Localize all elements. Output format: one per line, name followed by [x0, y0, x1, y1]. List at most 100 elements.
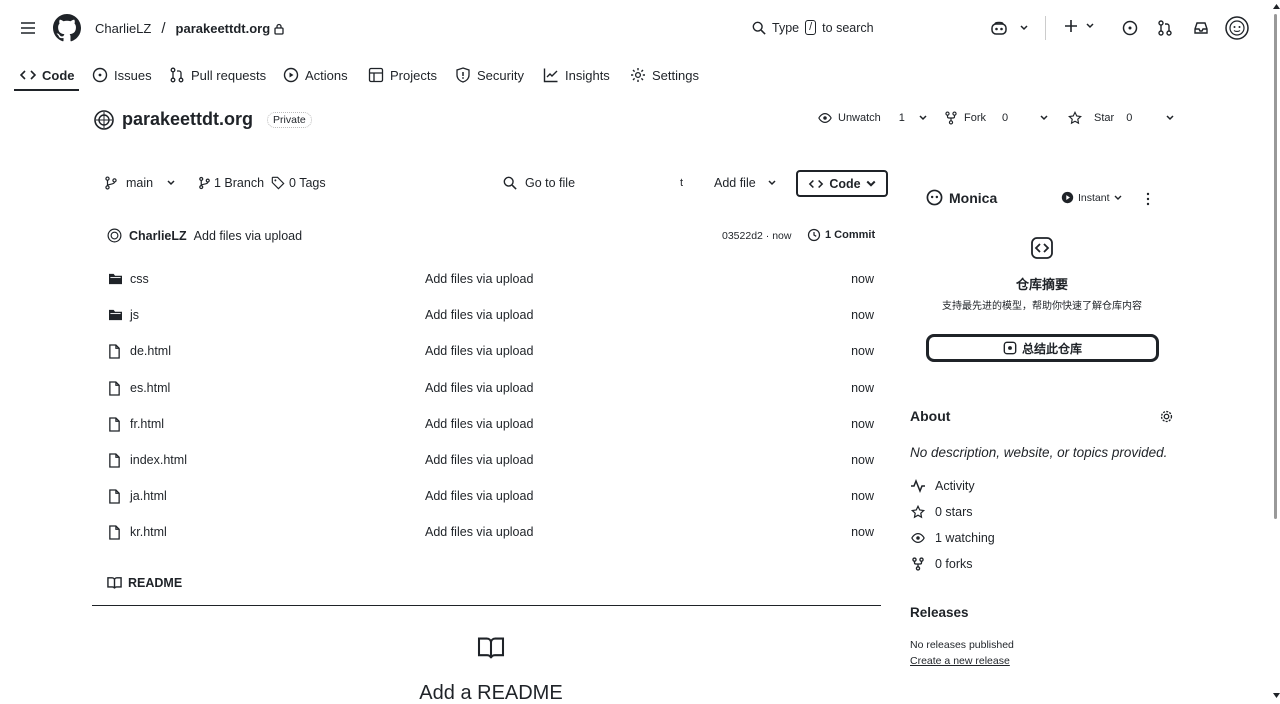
tags-link[interactable]: 0 Tags [271, 176, 326, 190]
gear-icon[interactable] [1159, 409, 1174, 424]
file-row[interactable]: kr.html Add files via upload now [100, 515, 880, 551]
play-circle-icon [1061, 191, 1074, 204]
file-row[interactable]: de.html Add files via upload now [100, 334, 880, 370]
more-options-icon[interactable] [1146, 192, 1150, 206]
file-name-link[interactable]: css [130, 272, 149, 286]
inbox-icon[interactable] [1193, 20, 1209, 36]
commit-author[interactable]: CharlieLZ [129, 229, 187, 243]
fork-label: Fork [964, 112, 986, 124]
file-commit-message[interactable]: Add files via upload [425, 417, 533, 431]
file-commit-time: now [851, 308, 874, 323]
star-button[interactable]: Star 0 [1068, 111, 1174, 125]
monica-mode-select[interactable]: Instant [1061, 191, 1122, 204]
branches-link[interactable]: 1 Branch [198, 176, 264, 190]
tab-security[interactable]: Security [455, 62, 524, 88]
file-commit-message[interactable]: Add files via upload [425, 308, 533, 322]
create-release-link[interactable]: Create a new release [910, 655, 1010, 667]
file-icon [108, 525, 121, 541]
scroll-thumb[interactable] [1274, 14, 1277, 519]
file-commit-message[interactable]: Add files via upload [425, 489, 533, 503]
code-box-icon [1030, 236, 1054, 260]
file-name-link[interactable]: de.html [130, 344, 171, 358]
unwatch-button[interactable]: Unwatch 1 [818, 111, 927, 125]
file-name-link[interactable]: js [130, 308, 139, 322]
code-icon [808, 177, 824, 191]
summary-icon [1003, 341, 1017, 355]
summarize-repo-button[interactable]: 总结此仓库 [926, 334, 1159, 362]
go-to-file-shortcut: t [680, 177, 684, 189]
tab-code[interactable]: Code [20, 62, 75, 88]
file-name-link[interactable]: es.html [130, 381, 170, 395]
fork-button[interactable]: Fork 0 [944, 111, 1048, 125]
go-to-file-input[interactable]: Go to file [503, 176, 575, 190]
tab-issues-label: Issues [114, 67, 152, 83]
watching-link[interactable]: 1 watching [910, 531, 995, 545]
file-name-link[interactable]: ja.html [130, 489, 167, 503]
repo-title: parakeettdt.org Private [94, 109, 312, 130]
menu-icon[interactable] [20, 20, 36, 36]
tab-insights[interactable]: Insights [543, 62, 610, 88]
breadcrumb-owner-link[interactable]: CharlieLZ [95, 21, 151, 36]
file-name-link[interactable]: kr.html [130, 525, 167, 539]
commit-message[interactable]: Add files via upload [194, 229, 302, 243]
chevron-down-icon [167, 180, 175, 186]
forks-link[interactable]: 0 forks [910, 557, 973, 571]
repo-name[interactable]: parakeettdt.org [122, 109, 253, 130]
code-dropdown-button[interactable]: Code [796, 170, 888, 197]
visibility-badge: Private [267, 111, 312, 128]
stars-link[interactable]: 0 stars [910, 505, 973, 519]
file-row[interactable]: index.html Add files via upload now [100, 443, 880, 479]
star-icon [910, 505, 926, 519]
tab-actions[interactable]: Actions [283, 62, 348, 88]
fork-count: 0 [1002, 112, 1009, 124]
pull-requests-icon[interactable] [1157, 20, 1173, 36]
file-row[interactable]: ja.html Add files via upload now [100, 479, 880, 515]
unwatch-label: Unwatch [838, 112, 881, 124]
author-avatar[interactable] [107, 228, 122, 243]
file-commit-message[interactable]: Add files via upload [425, 344, 533, 358]
folder-icon [108, 272, 123, 285]
file-row[interactable]: css Add files via upload now [100, 262, 880, 298]
add-file-button[interactable]: Add file [714, 176, 776, 190]
commits-link[interactable]: 1 Commit [807, 228, 875, 242]
tab-settings[interactable]: Settings [630, 62, 699, 88]
search-bar[interactable]: Type / to search [752, 20, 874, 35]
copilot-menu-button[interactable] [990, 19, 1028, 37]
pull-request-icon [169, 67, 185, 83]
file-name-link[interactable]: index.html [130, 453, 187, 467]
breadcrumb-repo-link[interactable]: parakeettdt.org [176, 21, 271, 36]
file-name-link[interactable]: fr.html [130, 417, 164, 431]
tab-pull-requests[interactable]: Pull requests [169, 62, 266, 88]
chevron-down-icon [1040, 115, 1048, 121]
create-new-button[interactable] [1064, 19, 1094, 33]
scroll-up-arrow-icon[interactable] [1273, 4, 1280, 9]
releases-title: Releases [910, 605, 969, 620]
star-count: 0 [1126, 112, 1133, 124]
file-row[interactable]: es.html Add files via upload now [100, 371, 880, 407]
readme-tab[interactable]: README [107, 576, 182, 590]
file-icon [108, 453, 121, 468]
file-commit-message[interactable]: Add files via upload [425, 272, 533, 286]
code-button-label: Code [829, 176, 861, 191]
file-icon [108, 344, 121, 360]
file-commit-time: now [851, 344, 874, 359]
issues-icon[interactable] [1122, 20, 1138, 36]
github-logo-icon[interactable] [53, 14, 81, 42]
tab-projects[interactable]: Projects [368, 62, 437, 88]
avatar[interactable] [1225, 16, 1249, 40]
branch-icon [104, 176, 118, 190]
file-row[interactable]: js Add files via upload now [100, 298, 880, 334]
file-commit-message[interactable]: Add files via upload [425, 525, 533, 539]
fork-icon [910, 557, 926, 571]
play-circle-icon [283, 67, 299, 83]
tab-issues[interactable]: Issues [92, 62, 152, 88]
branch-selector[interactable]: main [104, 176, 175, 190]
page-scrollbar[interactable] [1270, 0, 1280, 704]
scroll-down-arrow-icon[interactable] [1273, 693, 1280, 698]
file-row[interactable]: fr.html Add files via upload now [100, 407, 880, 443]
activity-link[interactable]: Activity [910, 479, 975, 493]
file-commit-message[interactable]: Add files via upload [425, 453, 533, 467]
commit-hash-time[interactable]: 03522d2 · now [722, 230, 791, 242]
go-to-file-placeholder: Go to file [525, 176, 576, 190]
file-commit-message[interactable]: Add files via upload [425, 381, 533, 395]
